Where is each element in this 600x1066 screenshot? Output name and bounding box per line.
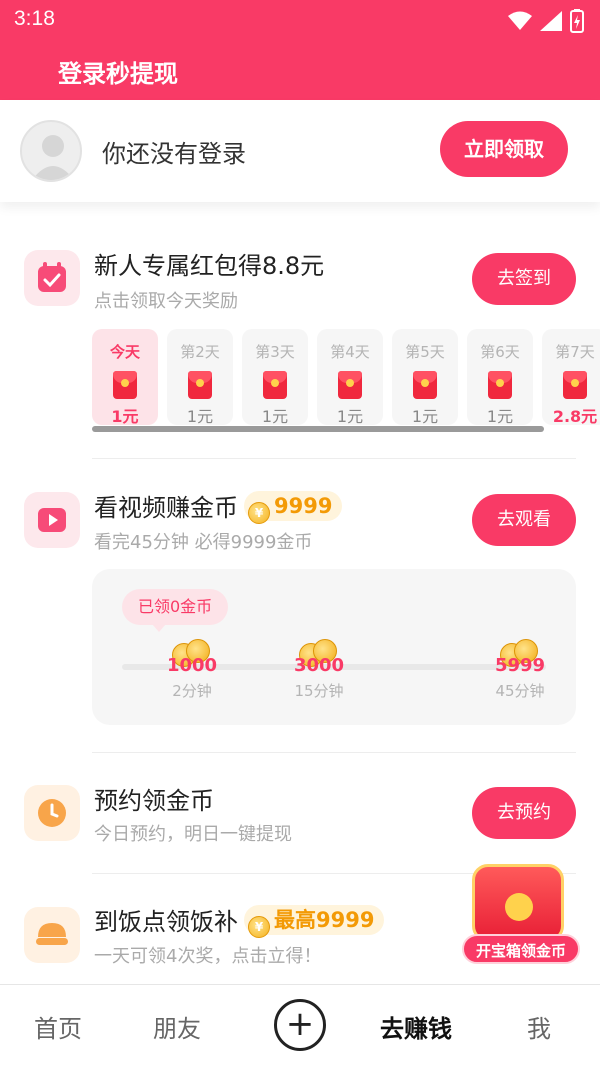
- task-subtitle-video: 看完45分钟 必得9999金币: [94, 532, 313, 553]
- status-bar: 3:18: [0, 0, 600, 40]
- task-subtitle-meal: 一天可领4次奖，点击立得！: [94, 946, 322, 967]
- days-scrollbar[interactable]: [92, 426, 544, 432]
- red-envelope-icon: [563, 371, 587, 399]
- nav-earn[interactable]: 去赚钱: [380, 1009, 452, 1044]
- meal-bowl-icon: [36, 923, 68, 945]
- day-amount: 1元: [111, 407, 139, 426]
- treasure-chest-icon: [472, 864, 564, 942]
- red-envelope-icon: [263, 371, 287, 399]
- task-title-text: 看视频赚金币: [94, 494, 238, 522]
- calendar-check-icon: [38, 262, 66, 292]
- task-icon-box: [24, 250, 80, 306]
- task-icon-box: [24, 492, 80, 548]
- day-amount: 1元: [486, 407, 514, 426]
- task-title-video: 看视频赚金币 ¥9999: [94, 488, 343, 524]
- nav-me[interactable]: 我: [527, 1009, 551, 1044]
- treasure-chest-button[interactable]: 开宝箱领金币: [462, 862, 584, 970]
- coin-reward-tag: ¥ 最高9999: [244, 905, 385, 938]
- claim-now-button[interactable]: 立即领取: [440, 121, 568, 177]
- checkin-button[interactable]: 去签到: [472, 253, 576, 305]
- day-label: 第6天: [480, 343, 520, 361]
- milestone: 1000 2分钟: [152, 639, 232, 701]
- avatar[interactable]: [20, 120, 82, 182]
- coin-reward-value: 最高9999: [274, 908, 375, 932]
- status-time: 3:18: [14, 7, 55, 30]
- checkin-day[interactable]: 第2天 1元: [167, 329, 233, 426]
- create-plus-button[interactable]: +: [274, 999, 326, 1051]
- day-amount: 2.8元: [552, 407, 598, 426]
- claimed-coins-badge: 已领0金币: [122, 589, 229, 632]
- day-amount: 1元: [186, 407, 214, 426]
- day-amount: 1元: [411, 407, 439, 426]
- plus-icon: +: [285, 1004, 315, 1044]
- task-icon-box: [24, 907, 80, 963]
- checkin-day[interactable]: 第3天 1元: [242, 329, 308, 426]
- checkin-day[interactable]: 第5天 1元: [392, 329, 458, 426]
- reserve-button[interactable]: 去预约: [472, 787, 576, 839]
- status-icons: [508, 9, 584, 33]
- day-amount: 1元: [261, 407, 289, 426]
- day-label: 今天: [109, 343, 140, 361]
- checkin-day[interactable]: 今天 1元: [92, 329, 158, 426]
- task-subtitle-newuser: 点击领取今天奖励: [94, 291, 238, 312]
- video-progress-card: 已领0金币 1000 2分钟 3000 15分钟 5999 45分钟: [92, 569, 576, 725]
- red-envelope-icon: [113, 371, 137, 399]
- wifi-icon: [508, 11, 532, 30]
- checkin-days-strip[interactable]: 今天 1元 第2天 1元 第3天 1元 第4天 1元 第5天 1元 第6天 1元…: [92, 329, 600, 429]
- red-envelope-icon: [188, 371, 212, 399]
- day-amount: 1元: [336, 407, 364, 426]
- day-label: 第3天: [255, 343, 295, 361]
- battery-icon: [570, 9, 584, 33]
- video-play-icon: [38, 508, 66, 532]
- task-title-meal: 到饭点领饭补 ¥ 最高9999: [94, 902, 385, 938]
- day-label: 第2天: [180, 343, 220, 361]
- milestone-time: 45分钟: [495, 682, 545, 700]
- watch-video-button[interactable]: 去观看: [472, 494, 576, 546]
- milestone-time: 2分钟: [172, 682, 212, 700]
- red-envelope-icon: [488, 371, 512, 399]
- task-title-text: 到饭点领饭补: [94, 908, 238, 936]
- task-title-newuser: 新人专属红包得8.8元: [94, 252, 325, 280]
- nav-friends[interactable]: 朋友: [153, 1009, 201, 1044]
- page-title: 登录秒提现: [58, 60, 178, 88]
- coin-icon: ¥: [248, 502, 270, 524]
- signal-icon: [540, 11, 562, 31]
- bottom-nav: 首页 朋友 + 去赚钱 我: [0, 984, 600, 1066]
- task-icon-box: [24, 785, 80, 841]
- coin-reward-tag: ¥9999: [244, 491, 343, 524]
- milestone-coins: 3000: [293, 655, 345, 676]
- top-bar: 登录秒提现: [0, 40, 600, 100]
- milestone: 5999 45分钟: [480, 639, 560, 701]
- milestone-coins: 1000: [166, 655, 218, 676]
- coin-icon: ¥: [248, 916, 270, 938]
- user-placeholder-icon: [32, 135, 74, 180]
- red-envelope-icon: [413, 371, 437, 399]
- day-label: 第5天: [405, 343, 445, 361]
- coin-reward-value: 9999: [274, 494, 333, 518]
- checkin-day[interactable]: 第7天 2.8元: [542, 329, 600, 426]
- task-subtitle-reserve: 今日预约，明日一键提现: [94, 824, 292, 845]
- clock-icon: [38, 799, 66, 827]
- milestone: 3000 15分钟: [279, 639, 359, 701]
- divider: [92, 458, 576, 459]
- login-prompt: 你还没有登录: [102, 140, 246, 168]
- checkin-day[interactable]: 第4天 1元: [317, 329, 383, 426]
- day-label: 第4天: [330, 343, 370, 361]
- day-label: 第7天: [555, 343, 595, 361]
- checkin-day[interactable]: 第6天 1元: [467, 329, 533, 426]
- milestone-coins: 5999: [494, 655, 546, 676]
- milestone-time: 15分钟: [294, 682, 344, 700]
- red-envelope-icon: [338, 371, 362, 399]
- divider: [92, 752, 576, 753]
- nav-home[interactable]: 首页: [34, 1009, 82, 1044]
- task-title-reserve: 预约领金币: [94, 787, 214, 815]
- treasure-label: 开宝箱领金币: [462, 934, 580, 964]
